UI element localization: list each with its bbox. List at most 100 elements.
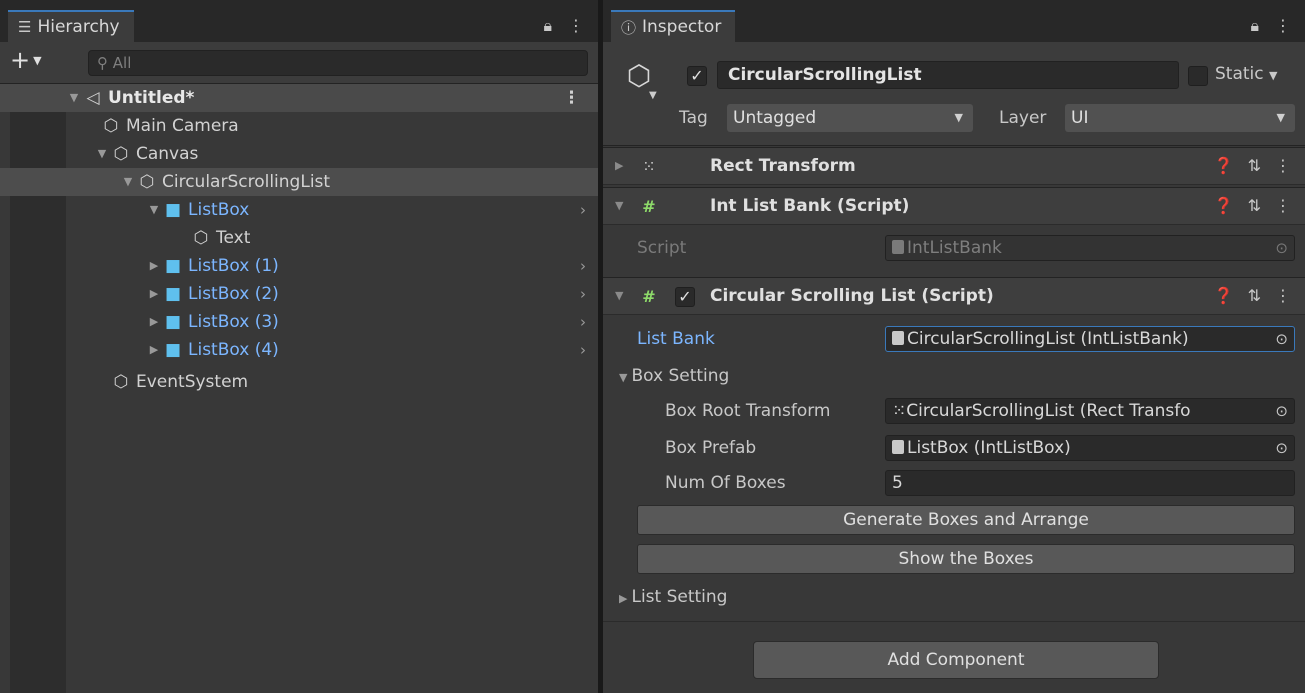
chevron-down-icon: ▼	[954, 111, 963, 124]
chevron-right-icon[interactable]: ›	[580, 252, 586, 280]
box-root-object-field[interactable]: ⁙CircularScrollingList (Rect Transfo ⊙	[885, 398, 1295, 424]
collapse-arrow-icon[interactable]: ▶	[146, 308, 162, 336]
layer-dropdown[interactable]: UI ▼	[1065, 104, 1295, 132]
chevron-right-icon[interactable]: ›	[580, 336, 586, 364]
divider	[603, 621, 1305, 622]
chevron-right-icon[interactable]: ›	[580, 280, 586, 308]
tab-inspector-label: Inspector	[642, 17, 722, 37]
prefab-cube-icon: ■	[164, 256, 182, 276]
num-boxes-input[interactable]: 5	[885, 470, 1295, 496]
show-boxes-button[interactable]: Show the Boxes	[637, 544, 1295, 574]
hierarchy-item-listbox-1[interactable]: ▶ ■ ListBox (1) ›	[0, 252, 598, 280]
object-picker-icon[interactable]: ⊙	[1275, 399, 1288, 423]
hierarchy-tab-bar: ☰ Hierarchy 🔒︎ ⋮	[0, 0, 598, 42]
collapse-arrow-icon[interactable]: ▶	[146, 252, 162, 280]
script-label: Script	[637, 238, 687, 258]
tab-inspector[interactable]: ⓘ Inspector	[611, 10, 736, 42]
tab-hierarchy[interactable]: ☰ Hierarchy	[8, 10, 134, 42]
static-checkbox[interactable]	[1188, 66, 1208, 86]
preset-icon[interactable]: ⇅	[1248, 156, 1261, 175]
hierarchy-item-canvas[interactable]: ▼ ⬡ Canvas	[0, 140, 598, 168]
kebab-menu-icon[interactable]: ⋮	[568, 16, 584, 36]
hierarchy-item-event-system[interactable]: ⬡ EventSystem	[0, 368, 598, 396]
kebab-menu-icon[interactable]: ⋮	[1275, 16, 1291, 36]
collapse-arrow-icon: ▶	[619, 592, 628, 605]
chevron-right-icon[interactable]: ›	[580, 196, 586, 224]
collapse-arrow-icon[interactable]: ▶	[146, 336, 162, 364]
collapse-arrow-icon[interactable]: ▶	[615, 159, 623, 172]
chevron-right-icon[interactable]: ›	[580, 308, 586, 336]
component-rect-transform[interactable]: ▶ ⁙ Rect Transform ❓ ⇅ ⋮	[603, 147, 1305, 185]
preset-icon[interactable]: ⇅	[1248, 196, 1261, 215]
expand-arrow-icon[interactable]: ▼	[66, 84, 82, 112]
component-enabled-checkbox[interactable]: ✓	[675, 287, 695, 307]
script-file-icon	[892, 240, 904, 254]
gameobject-cube-icon: ⬡	[139, 172, 155, 192]
box-setting-foldout[interactable]: ▼ Box Setting	[619, 366, 729, 386]
kebab-menu-icon[interactable]: ⋮	[1275, 286, 1291, 305]
box-prefab-object-field[interactable]: ListBox (IntListBox) ⊙	[885, 435, 1295, 461]
layer-value: UI	[1071, 108, 1089, 128]
hierarchy-item-listbox[interactable]: ▼ ■ ListBox ›	[0, 196, 598, 224]
item-label: Text	[216, 228, 251, 248]
generate-boxes-button[interactable]: Generate Boxes and Arrange	[637, 505, 1295, 535]
hierarchy-item-text[interactable]: ⬡ Text	[0, 224, 598, 252]
lock-icon[interactable]: 🔒︎	[543, 16, 552, 36]
hierarchy-item-circular-scrolling-list[interactable]: ▼ ⬡ CircularScrollingList	[0, 168, 598, 196]
info-icon: ⓘ	[621, 18, 637, 37]
list-bank-object-field[interactable]: CircularScrollingList (IntListBank) ⊙	[885, 326, 1295, 352]
hierarchy-panel: ☰ Hierarchy 🔒︎ ⋮ + ▼ ⚲ All ▼ ◁ Untitled* …	[0, 0, 598, 693]
expand-arrow-icon[interactable]: ▼	[94, 140, 110, 168]
chevron-down-icon: ▼	[1276, 111, 1285, 124]
box-prefab-label: Box Prefab	[665, 438, 757, 458]
collapse-arrow-icon[interactable]: ▶	[146, 280, 162, 308]
prefab-cube-icon: ■	[164, 284, 182, 304]
add-object-button[interactable]: + ▼	[10, 48, 42, 73]
hierarchy-item-listbox-3[interactable]: ▶ ■ ListBox (3) ›	[0, 308, 598, 336]
expand-arrow-icon[interactable]: ▼	[615, 289, 623, 302]
list-setting-foldout[interactable]: ▶ List Setting	[619, 587, 727, 607]
hierarchy-item-listbox-2[interactable]: ▶ ■ ListBox (2) ›	[0, 280, 598, 308]
hierarchy-search-input[interactable]: ⚲ All	[88, 50, 588, 76]
add-component-button[interactable]: Add Component	[753, 641, 1159, 679]
active-checkbox[interactable]: ✓	[687, 66, 707, 86]
script-file-icon	[892, 440, 904, 454]
gameobject-cube-icon: ⬡	[103, 116, 119, 136]
item-label: ListBox (3)	[188, 312, 279, 332]
object-name-input[interactable]: CircularScrollingList	[717, 61, 1179, 89]
gameobject-cube-icon: ⬡	[193, 228, 209, 248]
expand-arrow-icon[interactable]: ▼	[615, 199, 623, 212]
object-picker-icon[interactable]: ⊙	[1275, 327, 1288, 351]
scene-row[interactable]: ▼ ◁ Untitled* ⋮	[0, 84, 598, 112]
gameobject-cube-icon: ⬡	[113, 144, 129, 164]
list-setting-label: List Setting	[631, 587, 728, 607]
help-icon[interactable]: ❓	[1214, 196, 1234, 215]
hierarchy-item-main-camera[interactable]: ⬡ Main Camera	[0, 112, 598, 140]
lock-icon[interactable]: 🔒︎	[1250, 16, 1259, 36]
scene-menu-icon[interactable]: ⋮	[563, 84, 580, 112]
static-dropdown[interactable]: Static ▼	[1215, 64, 1277, 84]
object-picker-icon[interactable]: ⊙	[1275, 436, 1288, 460]
kebab-menu-icon[interactable]: ⋮	[1275, 156, 1291, 175]
hierarchy-item-listbox-4[interactable]: ▶ ■ ListBox (4) ›	[0, 336, 598, 364]
expand-arrow-icon[interactable]: ▼	[146, 196, 162, 224]
chevron-down-icon[interactable]: ▼	[649, 90, 657, 101]
item-label: ListBox (1)	[188, 256, 279, 276]
help-icon[interactable]: ❓	[1214, 286, 1234, 305]
search-placeholder: All	[112, 54, 132, 72]
item-label: ListBox (4)	[188, 340, 279, 360]
inspector-panel: ⓘ Inspector 🔒︎ ⋮ ⬡ ▼ ✓ CircularScrolling…	[603, 0, 1305, 693]
help-icon[interactable]: ❓	[1214, 156, 1234, 175]
num-of-boxes-property: Num Of Boxes 5	[603, 469, 1305, 497]
component-circular-scrolling-list[interactable]: ▼ # ✓ Circular Scrolling List (Script) ❓…	[603, 277, 1305, 315]
script-object-field: IntListBank ⊙	[885, 235, 1295, 261]
kebab-menu-icon[interactable]: ⋮	[1275, 196, 1291, 215]
tag-value: Untagged	[733, 108, 817, 128]
script-value: IntListBank	[907, 238, 1002, 258]
item-label: ListBox	[188, 200, 250, 220]
preset-icon[interactable]: ⇅	[1248, 286, 1261, 305]
tag-dropdown[interactable]: Untagged ▼	[727, 104, 973, 132]
expand-arrow-icon[interactable]: ▼	[120, 168, 136, 196]
component-int-list-bank[interactable]: ▼ # Int List Bank (Script) ❓ ⇅ ⋮	[603, 187, 1305, 225]
box-root-label: Box Root Transform	[665, 401, 831, 421]
